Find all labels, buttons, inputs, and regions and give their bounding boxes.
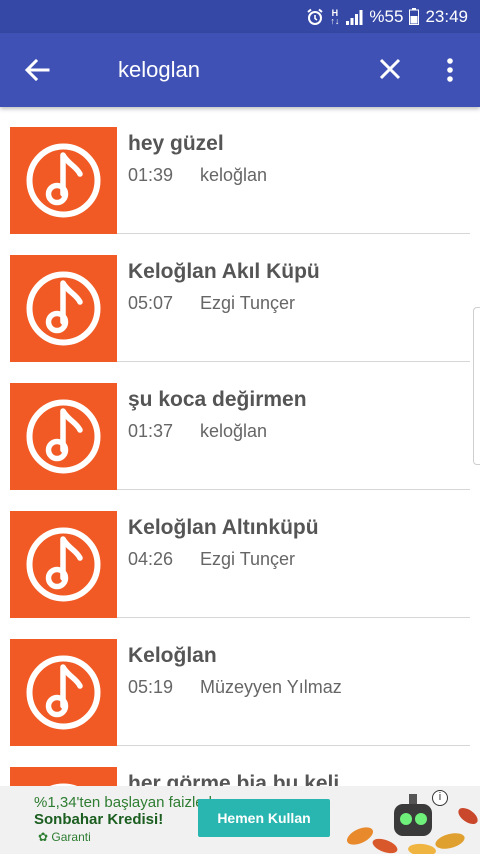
- song-artist: keloğlan: [200, 421, 268, 441]
- alarm-icon: [307, 8, 324, 25]
- ad-cta-button[interactable]: Hemen Kullan: [198, 799, 330, 837]
- song-title: Keloğlan Akıl Küpü: [128, 260, 320, 283]
- song-meta: 01:39 keloğlan: [128, 165, 267, 186]
- song-artist: keloğlan: [200, 165, 268, 185]
- ad-brand-logo: ✿ Garanti: [38, 830, 91, 844]
- more-vert-icon[interactable]: [440, 55, 460, 85]
- music-note-icon: [26, 527, 101, 602]
- divider: [117, 745, 470, 746]
- ad-autumn-leaves-image: [346, 794, 478, 854]
- battery-percent: %55: [369, 6, 404, 26]
- song-title: Keloğlan Altınküpü: [128, 516, 319, 539]
- song-item[interactable]: Keloğlan Akıl Küpü 05:07 Ezgi Tunçer: [10, 255, 470, 383]
- ad-line1: %1,34'ten başlayan faizlerle: [34, 794, 221, 811]
- song-duration: 01:37: [128, 421, 174, 441]
- music-note-icon: [50, 783, 77, 786]
- song-item[interactable]: şu koca değirmen 01:37 keloğlan: [10, 383, 470, 511]
- divider: [117, 233, 470, 234]
- song-meta: 04:26 Ezgi Tunçer: [128, 549, 295, 570]
- music-note-icon: [26, 655, 101, 730]
- song-thumbnail: [10, 511, 117, 618]
- back-arrow-icon[interactable]: [22, 55, 52, 85]
- scrollbar[interactable]: [473, 307, 480, 465]
- song-title: şu koca değirmen: [128, 388, 307, 411]
- song-thumbnail: [10, 639, 117, 746]
- song-item[interactable]: Keloğlan 05:19 Müzeyyen Yılmaz: [10, 639, 470, 767]
- song-title: Keloğlan: [128, 644, 217, 667]
- ad-line2: Sonbahar Kredisi!: [34, 811, 164, 828]
- network-icon: H ↑↓: [330, 7, 340, 26]
- clock: 23:49: [425, 6, 468, 26]
- song-thumbnail: [10, 127, 117, 234]
- song-meta: 05:19 Müzeyyen Yılmaz: [128, 677, 342, 698]
- song-title: her görme bia bu keli: [128, 772, 340, 786]
- clear-icon[interactable]: [376, 55, 404, 83]
- music-note-icon: [26, 271, 101, 346]
- ad-banner[interactable]: %1,34'ten başlayan faizlerle Sonbahar Kr…: [0, 786, 480, 854]
- music-note-icon: [26, 143, 101, 218]
- signal-icon: [346, 9, 363, 25]
- song-duration: 04:26: [128, 549, 174, 569]
- song-duration: 01:39: [128, 165, 174, 185]
- ad-brand: Garanti: [51, 830, 91, 844]
- music-note-icon: [26, 399, 101, 474]
- song-thumbnail: [10, 767, 117, 786]
- divider: [117, 361, 470, 362]
- song-thumbnail: [10, 383, 117, 490]
- song-item[interactable]: hey güzel 01:39 keloğlan: [10, 127, 470, 255]
- ad-info-icon[interactable]: i: [432, 790, 448, 806]
- divider: [117, 617, 470, 618]
- song-thumbnail: [10, 255, 117, 362]
- song-duration: 05:07: [128, 293, 174, 313]
- app-bar: keloglan: [0, 33, 480, 107]
- song-artist: Ezgi Tunçer: [200, 293, 296, 313]
- song-list[interactable]: hey güzel 01:39 keloğlan Keloğlan Akıl Kü…: [0, 107, 480, 786]
- divider: [117, 489, 470, 490]
- search-query[interactable]: keloglan: [118, 55, 200, 85]
- song-artist: Müzeyyen Yılmaz: [200, 677, 342, 697]
- song-title: hey güzel: [128, 132, 224, 155]
- song-meta: 05:07 Ezgi Tunçer: [128, 293, 295, 314]
- song-item[interactable]: her görme bia bu keli: [10, 767, 470, 786]
- song-duration: 05:19: [128, 677, 174, 697]
- battery-icon: [409, 8, 420, 25]
- song-meta: 01:37 keloğlan: [128, 421, 267, 442]
- song-item[interactable]: Keloğlan Altınküpü 04:26 Ezgi Tunçer: [10, 511, 470, 639]
- status-bar: H ↑↓ %55 23:49: [0, 0, 480, 33]
- song-artist: Ezgi Tunçer: [200, 549, 296, 569]
